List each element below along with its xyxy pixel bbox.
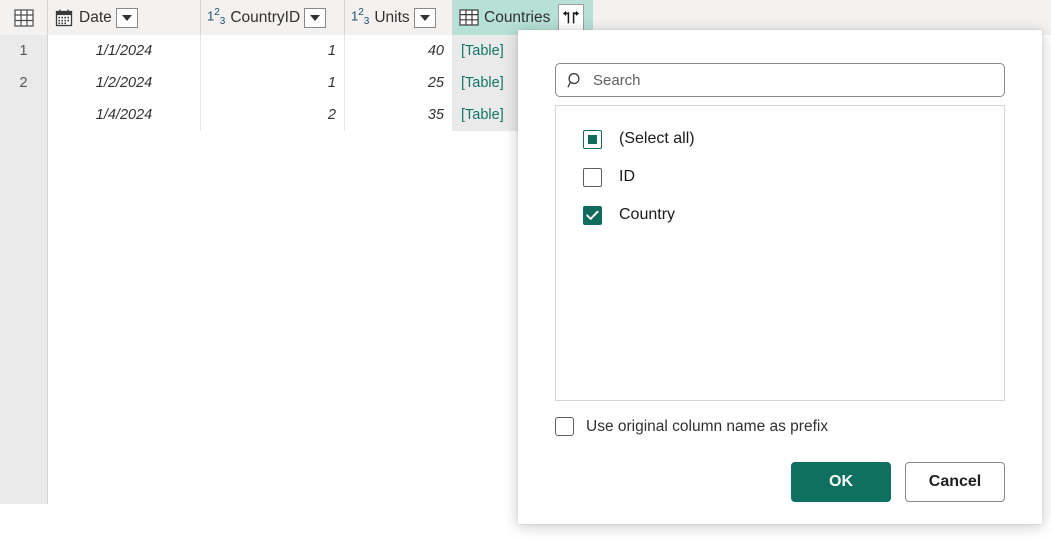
list-item-label: (Select all): [619, 130, 695, 148]
calendar-icon: [54, 8, 74, 28]
checkbox-checked-icon[interactable]: [583, 206, 602, 225]
select-all-grid-icon: [14, 8, 34, 28]
check-mark-icon: [586, 210, 599, 221]
expand-columns-dialog: Search (Select all) ID Country: [518, 30, 1042, 524]
columns-checkbox-list: (Select all) ID Country: [555, 105, 1005, 401]
checkbox-inner-square: [588, 135, 597, 144]
column-header-countryid[interactable]: 123 CountryID: [201, 0, 345, 35]
cell-date[interactable]: 1/4/2024: [48, 99, 201, 131]
number-123-icon: 123: [351, 8, 369, 27]
number-123-icon: 123: [207, 8, 225, 27]
checkbox-unchecked-icon[interactable]: [583, 168, 602, 187]
chevron-down-icon: [122, 15, 132, 21]
list-item-select-all[interactable]: (Select all): [556, 120, 1004, 158]
filter-button-countryid[interactable]: [304, 8, 326, 28]
column-header-date[interactable]: Date: [48, 0, 201, 35]
prefix-option-label: Use original column name as prefix: [586, 418, 828, 436]
list-item-country[interactable]: Country: [556, 196, 1004, 234]
list-item-label: Country: [619, 206, 675, 224]
search-icon: [566, 71, 584, 89]
cell-units[interactable]: 40: [345, 35, 453, 67]
filter-button-date[interactable]: [116, 8, 138, 28]
cell-units[interactable]: 25: [345, 67, 453, 99]
cell-date[interactable]: 1/1/2024: [48, 35, 201, 67]
row-number: 2: [0, 67, 48, 99]
column-header-label: Countries: [484, 9, 550, 27]
chevron-down-icon: [420, 15, 430, 21]
column-header-units[interactable]: 123 Units: [345, 0, 453, 35]
cell-units[interactable]: 35: [345, 99, 453, 131]
power-query-expand-columns-screen: Date 123 CountryID 123 Units: [0, 0, 1051, 539]
chevron-down-icon: [310, 15, 320, 21]
list-item-id[interactable]: ID: [556, 158, 1004, 196]
use-original-column-name-prefix-option[interactable]: Use original column name as prefix: [555, 417, 828, 436]
expand-columns-icon-button[interactable]: [558, 4, 584, 32]
checkbox-indeterminate-icon[interactable]: [583, 130, 602, 149]
cell-countryid[interactable]: 1: [201, 35, 345, 67]
row-gutter-empty-area: [0, 96, 48, 504]
cell-date[interactable]: 1/2/2024: [48, 67, 201, 99]
cell-countryid[interactable]: 1: [201, 67, 345, 99]
dialog-button-row: OK Cancel: [518, 462, 1042, 502]
ok-button[interactable]: OK: [791, 462, 891, 502]
row-number: 1: [0, 35, 48, 67]
column-header-label: Units: [374, 9, 409, 27]
filter-button-units[interactable]: [414, 8, 436, 28]
table-icon: [459, 8, 479, 28]
expand-columns-icon: [562, 11, 580, 25]
column-header-label: CountryID: [230, 9, 300, 27]
checkbox-unchecked-icon[interactable]: [555, 417, 574, 436]
cell-countryid[interactable]: 2: [201, 99, 345, 131]
cancel-button[interactable]: Cancel: [905, 462, 1005, 502]
list-item-label: ID: [619, 168, 635, 186]
search-placeholder: Search: [593, 72, 641, 89]
column-header-label: Date: [79, 9, 112, 27]
search-input[interactable]: Search: [555, 63, 1005, 97]
grid-corner-select-all-button[interactable]: [0, 0, 48, 35]
